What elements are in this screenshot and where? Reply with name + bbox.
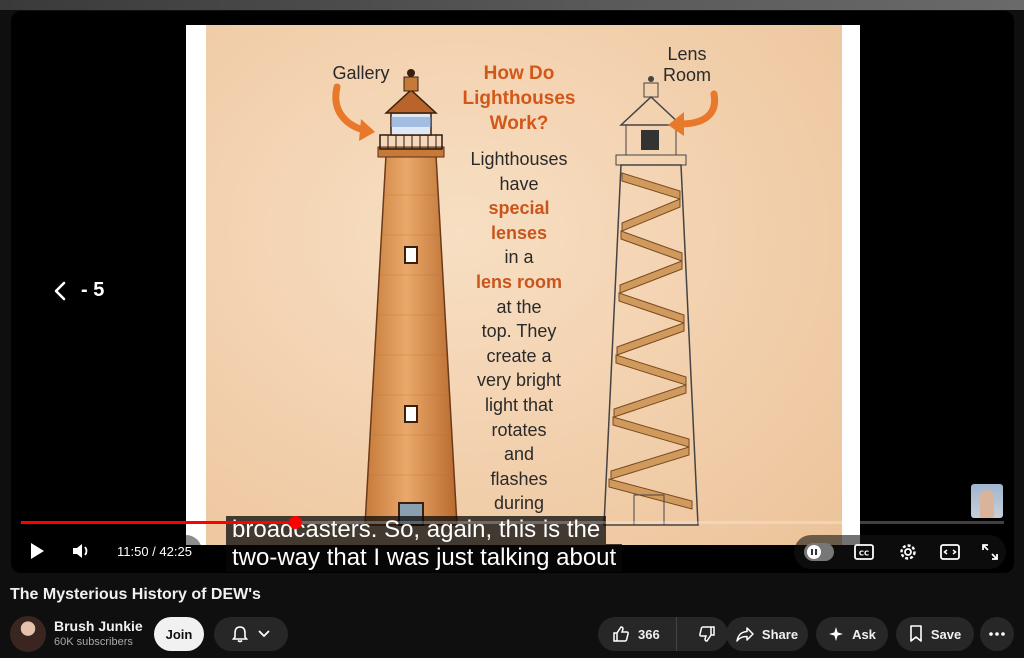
lens-room-label: Lens Room — [662, 44, 711, 85]
slide-body: Lighthouses have special lenses in a len… — [449, 147, 589, 516]
video-player[interactable]: Gallery Lens Room How Do Lighthouses Wor… — [11, 11, 1014, 573]
gallery-arrow — [332, 83, 375, 141]
webcam-thumbnail — [971, 484, 1003, 518]
slide-body-line: rotates — [491, 419, 547, 440]
slide-body-line: in a — [504, 247, 534, 268]
video-title: The Mysterious History of DEW's — [10, 586, 261, 603]
seek-back-label: - 5 — [81, 279, 105, 301]
gallery-label: Gallery — [332, 63, 390, 83]
chevron-left-icon — [53, 281, 67, 301]
lens-room-arrow — [668, 90, 719, 136]
share-button[interactable]: Share — [726, 617, 808, 651]
slide-body-line: lens room — [475, 271, 563, 292]
right-controls: CC — [794, 535, 1006, 569]
fullscreen-button[interactable] — [976, 540, 1004, 564]
slide-body-line: lenses — [490, 222, 548, 243]
dislike-button[interactable] — [685, 617, 728, 651]
autoplay-toggle[interactable] — [804, 543, 834, 561]
notifications-button[interactable] — [214, 617, 288, 651]
join-button[interactable]: Join — [154, 617, 204, 651]
slide-body-line: very bright — [476, 370, 562, 391]
bell-icon — [231, 626, 249, 643]
channel-name[interactable]: Brush Junkie — [54, 618, 143, 634]
more-actions-button[interactable] — [980, 617, 1014, 651]
fullscreen-icon — [982, 544, 998, 560]
top-strip — [0, 0, 1024, 10]
slide-body-line: special — [488, 198, 550, 219]
slide-body-line: top. They — [481, 321, 557, 342]
subscriber-count: 60K subscribers — [54, 636, 133, 648]
avatar[interactable] — [10, 616, 46, 652]
progress-played — [21, 521, 296, 524]
share-icon — [736, 627, 754, 642]
slide-body-line: flashes — [490, 468, 548, 489]
play-icon — [31, 543, 44, 559]
thumbs-up-icon — [613, 626, 629, 642]
svg-text:CC: CC — [859, 550, 869, 558]
pause-icon — [807, 545, 821, 559]
volume-icon — [73, 544, 88, 558]
captions-button[interactable]: CC — [848, 540, 880, 564]
slide-body-line: have — [499, 173, 539, 194]
play-button[interactable] — [19, 535, 55, 567]
ask-label: Ask — [852, 626, 876, 642]
cc-icon: CC — [854, 544, 874, 560]
slide-body-line: light that — [484, 394, 554, 415]
gear-icon — [900, 544, 916, 560]
like-count: 366 — [638, 626, 660, 642]
slide-body-line: Lighthouses — [470, 149, 568, 169]
caption-line: two-way that I was just talking about — [226, 544, 623, 572]
share-label: Share — [761, 626, 799, 642]
seek-back-indicator: - 5 — [53, 279, 104, 302]
slide-body-line: during — [493, 493, 545, 514]
save-button[interactable]: Save — [896, 617, 974, 651]
slide-title: How Do Lighthouses Work? — [462, 63, 576, 134]
like-dislike-group: 366 — [598, 617, 728, 651]
thumbs-down-icon — [698, 626, 715, 642]
slide-body-line: create a — [486, 345, 552, 366]
video-frame-slide: Gallery Lens Room How Do Lighthouses Wor… — [186, 25, 860, 545]
slide-body-line: at the — [496, 296, 542, 317]
miniplayer-button[interactable] — [934, 540, 966, 564]
sparkle-icon — [829, 627, 844, 641]
time-display: 11:50 / 42:25 — [107, 535, 202, 567]
chevron-down-icon — [258, 630, 270, 638]
settings-button[interactable] — [892, 540, 924, 564]
captions: broadcasters. So, again, this is the two… — [226, 516, 623, 572]
ask-button[interactable]: Ask — [816, 617, 888, 651]
slide-body-line: and — [503, 444, 535, 465]
like-button[interactable]: 366 — [598, 617, 678, 651]
miniplayer-icon — [940, 544, 960, 560]
save-label: Save — [930, 626, 962, 642]
progress-bar[interactable] — [21, 516, 1004, 529]
more-icon — [989, 632, 1005, 636]
bookmark-icon — [910, 625, 922, 642]
volume-button[interactable] — [63, 535, 99, 567]
